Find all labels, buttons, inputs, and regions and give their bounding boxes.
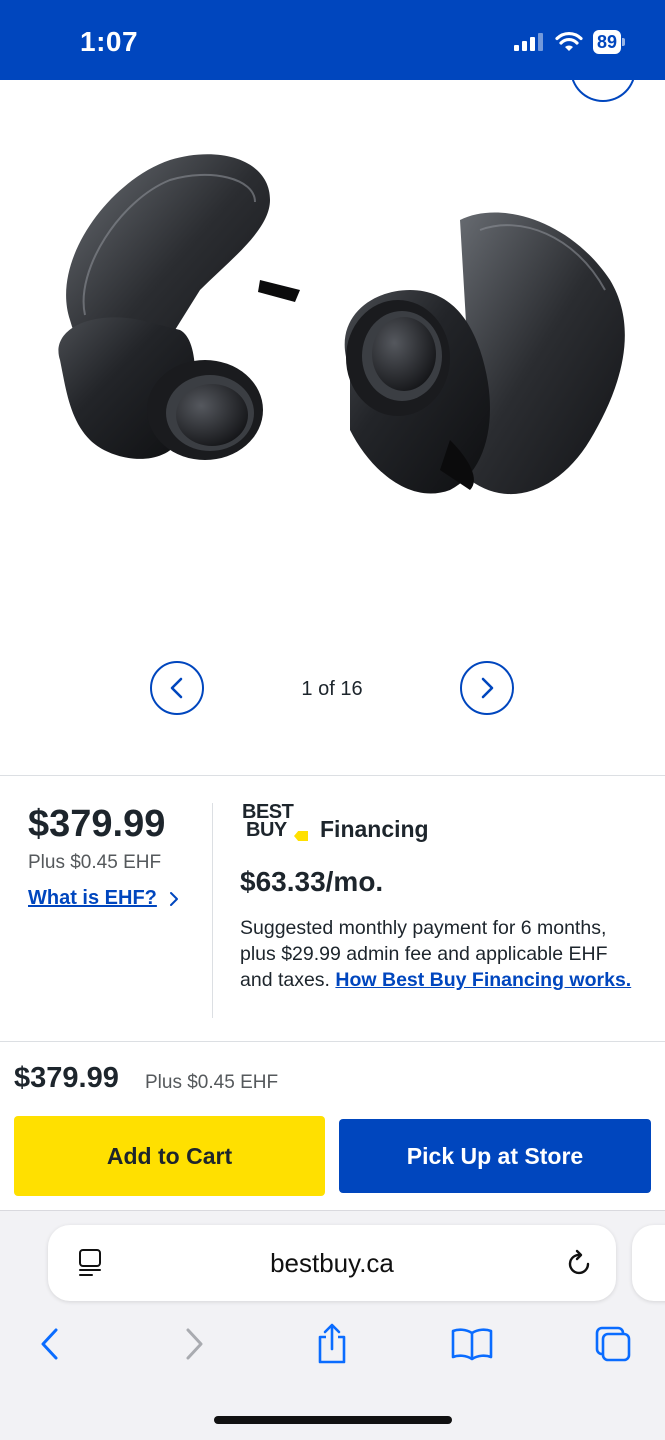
share-icon <box>318 1323 346 1364</box>
sticky-price: $379.99 <box>14 1062 119 1094</box>
product-price: $379.99 <box>28 803 166 845</box>
sticky-ehf-fee: Plus $0.45 EHF <box>145 1072 279 1093</box>
book-icon <box>451 1328 493 1361</box>
tabs-icon <box>595 1326 631 1362</box>
divider <box>0 775 665 776</box>
monthly-payment: $63.33/mo. <box>240 866 384 897</box>
carousel-next-button[interactable] <box>460 661 514 715</box>
share-button[interactable] <box>310 1322 354 1366</box>
divider <box>0 1041 665 1042</box>
image-zoom-button[interactable] <box>570 50 636 102</box>
financing-label: Financing <box>320 816 429 842</box>
back-button[interactable] <box>28 1322 72 1366</box>
product-image <box>58 154 625 495</box>
chevron-left-icon <box>170 677 183 699</box>
add-to-cart-button[interactable]: Add to Cart <box>14 1116 325 1196</box>
pick-up-at-store-button[interactable]: Pick Up at Store <box>339 1119 651 1193</box>
financing-description: Suggested monthly payment for 6 months, … <box>240 915 640 993</box>
best-buy-logo: BEST BUY <box>242 802 312 843</box>
carousel-counter: 1 of 16 <box>301 678 363 700</box>
what-is-ehf-link[interactable]: What is EHF? <box>28 887 179 910</box>
url-text: bestbuy.ca <box>270 1248 394 1278</box>
home-indicator <box>214 1416 452 1424</box>
forward-chevron-icon <box>186 1328 203 1360</box>
carousel-prev-button[interactable] <box>150 661 204 715</box>
what-is-ehf-label: What is EHF? <box>28 887 157 909</box>
cellular-signal-icon <box>513 33 543 51</box>
chevron-right-icon <box>481 677 494 699</box>
next-tab-preview[interactable] <box>632 1225 665 1301</box>
chevron-right-icon <box>169 891 178 906</box>
reload-icon[interactable] <box>566 1247 594 1277</box>
back-chevron-icon <box>41 1328 58 1360</box>
tabs-button[interactable] <box>591 1322 635 1366</box>
status-time: 1:07 <box>80 26 139 57</box>
vertical-divider <box>212 803 213 1018</box>
financing-info-link[interactable]: How Best Buy Financing works. <box>335 969 631 991</box>
ehf-fee: Plus $0.45 EHF <box>28 852 162 873</box>
bookmarks-button[interactable] <box>450 1322 494 1366</box>
forward-button[interactable] <box>172 1322 216 1366</box>
address-bar[interactable]: bestbuy.ca <box>48 1225 616 1301</box>
status-bar: 1:07 89 <box>0 0 665 80</box>
